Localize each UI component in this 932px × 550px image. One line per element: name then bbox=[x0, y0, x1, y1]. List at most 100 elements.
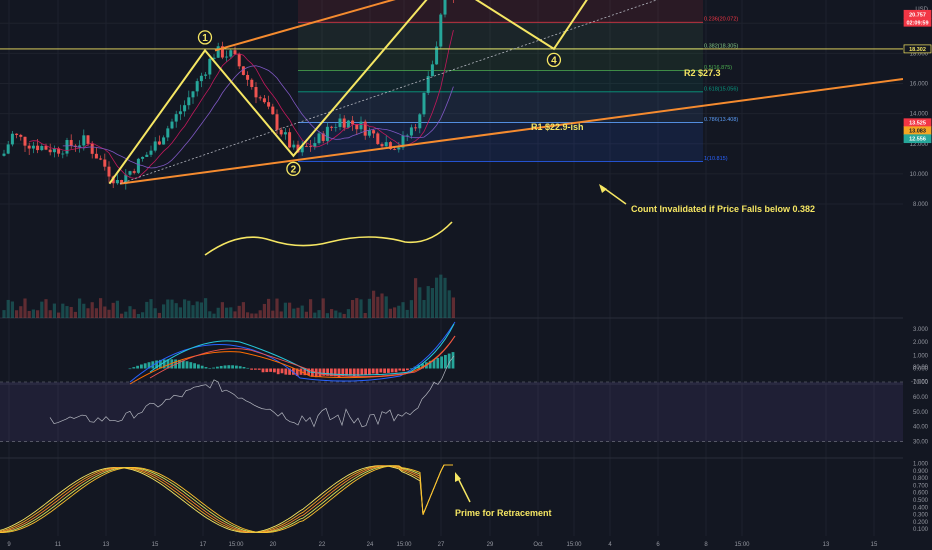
volume-bar bbox=[246, 312, 250, 318]
volume-bar bbox=[178, 307, 182, 318]
candle bbox=[99, 158, 103, 160]
candle bbox=[309, 146, 313, 148]
macd-histogram-bar bbox=[368, 368, 371, 375]
macd-histogram-bar bbox=[200, 365, 204, 369]
macd-histogram-bar bbox=[246, 367, 250, 369]
candle bbox=[397, 147, 401, 150]
volume-bar bbox=[52, 303, 56, 318]
volume-bar bbox=[31, 309, 35, 318]
volume-bar bbox=[191, 305, 195, 318]
macd-histogram-bar bbox=[364, 368, 367, 375]
volume-bar bbox=[430, 287, 434, 318]
candle bbox=[376, 133, 380, 145]
r2-label: R2 $27.3 bbox=[684, 68, 721, 78]
price-tag-label: 13.083 bbox=[909, 129, 926, 135]
volume-bar bbox=[128, 306, 132, 318]
fib-level-label: 0.786(13.408) bbox=[704, 117, 738, 123]
candle bbox=[262, 98, 266, 103]
volume-bar bbox=[292, 308, 296, 318]
volume-bar bbox=[204, 298, 208, 318]
time-tick-label: 24 bbox=[367, 542, 374, 548]
candle bbox=[304, 145, 308, 147]
candle bbox=[86, 135, 90, 144]
volume-bar bbox=[279, 311, 283, 318]
stoch-tick-label: 0.400 bbox=[913, 505, 929, 511]
volume-bar bbox=[73, 311, 77, 318]
time-tick-label: 15 bbox=[871, 542, 878, 548]
volume-bar bbox=[82, 303, 86, 318]
wave-label: 1 bbox=[202, 33, 208, 44]
candle bbox=[157, 141, 161, 145]
volume-bar bbox=[271, 310, 275, 318]
candle bbox=[393, 149, 397, 150]
candle bbox=[78, 145, 82, 147]
candle bbox=[166, 128, 170, 138]
time-tick-label: 15:00 bbox=[396, 542, 412, 548]
macd-histogram-bar bbox=[383, 368, 386, 374]
candle bbox=[94, 153, 98, 159]
candle bbox=[216, 46, 220, 58]
volume-bar bbox=[115, 300, 119, 318]
macd-histogram-bar bbox=[143, 363, 147, 369]
macd-histogram-bar bbox=[189, 362, 193, 369]
candle bbox=[27, 145, 31, 149]
macd-tick-label: 3.000 bbox=[913, 327, 929, 333]
candle bbox=[254, 87, 258, 98]
fib-level-label: 0.618(15.056) bbox=[704, 86, 738, 92]
macd-histogram-bar bbox=[444, 355, 447, 369]
candle bbox=[170, 121, 174, 129]
time-tick-label: 13 bbox=[823, 542, 830, 548]
r1-label: R1 $22.9-ish bbox=[531, 122, 584, 132]
candle bbox=[44, 145, 48, 150]
candle bbox=[330, 126, 334, 128]
price-tick-label: 8.000 bbox=[913, 202, 929, 208]
time-axis[interactable]: 9 11 13 15 17 15:00 20 22 24 15:00 27 29 Oct 15:00 4 6 8… bbox=[0, 538, 932, 550]
candle bbox=[237, 54, 241, 67]
volume-bar bbox=[132, 309, 136, 318]
volume-bar bbox=[414, 278, 418, 318]
rsi-tick-label: 70.00 bbox=[913, 380, 929, 386]
volume-bar bbox=[174, 303, 178, 318]
volume-bar bbox=[409, 300, 413, 318]
price-tag-label: 02:09:59 bbox=[906, 20, 928, 26]
volume-bar bbox=[384, 296, 388, 318]
candle bbox=[275, 114, 279, 130]
macd-histogram-bar bbox=[219, 365, 223, 369]
candle bbox=[422, 92, 426, 115]
candle bbox=[69, 140, 73, 146]
price-tick-label: 16.000 bbox=[910, 82, 929, 88]
volume-bar bbox=[325, 313, 329, 318]
macd-tick-label: 1.000 bbox=[913, 353, 929, 359]
macd-histogram-bar bbox=[406, 368, 409, 371]
price-axis[interactable]: 32.00030.00028.00026.00024.00022.00020.0… bbox=[903, 0, 932, 550]
volume-bar bbox=[300, 305, 304, 318]
macd-histogram-bar bbox=[375, 368, 379, 374]
candle bbox=[418, 114, 422, 129]
stoch-tick-label: 0.300 bbox=[913, 513, 929, 519]
candle bbox=[149, 150, 153, 155]
volume-bar bbox=[149, 299, 153, 318]
macd-histogram-bar bbox=[265, 368, 269, 373]
price-tick-label: 14.000 bbox=[910, 112, 929, 118]
candle bbox=[372, 130, 376, 134]
volume-bar bbox=[229, 307, 233, 318]
volume-bar bbox=[351, 300, 355, 318]
candle bbox=[65, 140, 69, 154]
candle bbox=[23, 136, 27, 146]
candle bbox=[128, 171, 132, 175]
candle bbox=[380, 144, 384, 147]
candle bbox=[384, 142, 388, 147]
wave-label: 2 bbox=[291, 164, 297, 175]
volume-bar bbox=[359, 299, 363, 318]
macd-histogram-bar bbox=[238, 366, 242, 369]
volume-bar bbox=[220, 302, 224, 318]
macd-histogram-bar bbox=[273, 368, 276, 373]
price-tag-label: 12.556 bbox=[909, 137, 926, 143]
candle bbox=[103, 159, 107, 167]
volume-bar bbox=[23, 298, 27, 318]
wave-label: 4 bbox=[551, 55, 557, 66]
candle bbox=[48, 149, 52, 153]
macd-histogram-bar bbox=[140, 364, 143, 369]
volume-bar bbox=[57, 312, 61, 318]
candle bbox=[19, 134, 23, 137]
